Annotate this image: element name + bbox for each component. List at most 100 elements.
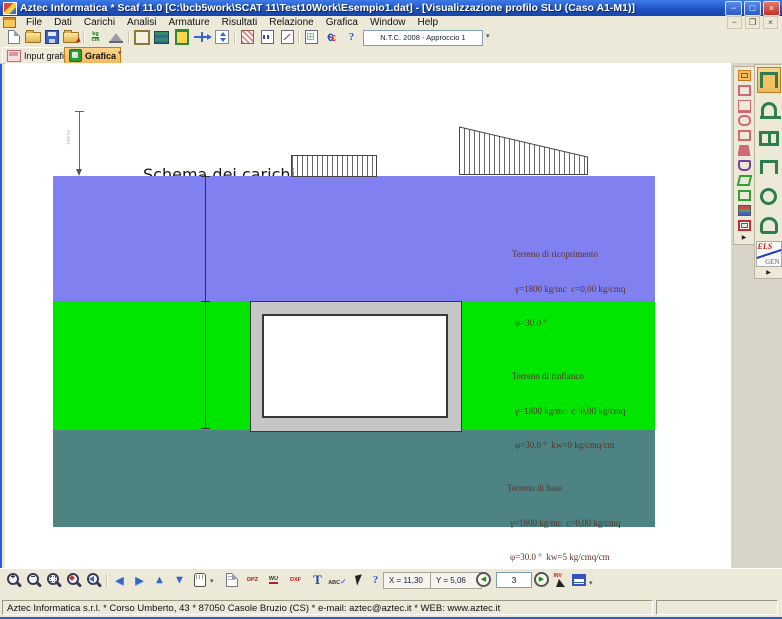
hand-icon [194,573,206,587]
window-layout-button[interactable] [569,571,588,589]
toolbar-status-gap [0,591,782,598]
mini-open-channel-button[interactable] [738,85,751,96]
axis-button[interactable] [192,29,211,45]
menu-file[interactable]: File [20,17,48,28]
model-options-button[interactable] [106,29,125,45]
menu-dati[interactable]: Dati [48,17,78,28]
pan-down-button[interactable]: ▼ [170,571,189,589]
arch-section-button[interactable] [757,212,781,238]
app-icon [3,2,17,15]
new-file-button[interactable] [4,29,23,45]
menu-relazione[interactable]: Relazione [263,17,319,28]
menu-carichi[interactable]: Carichi [78,17,121,28]
section-button[interactable] [172,29,191,45]
view-toolbar-overflow-icon[interactable]: ▾ [118,49,122,57]
materials-button[interactable] [152,29,171,45]
open-frame-icon [760,160,778,174]
new-file-icon [8,30,20,44]
mini-polygon-button[interactable] [738,160,751,171]
menu-analisi[interactable]: Analisi [121,17,162,28]
zoom-in-button[interactable]: + [4,571,23,589]
bottom-toolbar-overflow-icon[interactable]: ▾ [210,577,214,585]
wu-icon: WU [269,577,278,584]
import-file-button[interactable] [61,29,80,45]
abc-icon: ABC✓ [328,571,347,589]
open-file-button[interactable] [23,29,42,45]
zoom-extents-button[interactable] [64,571,83,589]
menu-window[interactable]: Window [364,17,412,28]
pan-up-button[interactable]: ▲ [150,571,169,589]
zoom-window-button[interactable] [44,571,63,589]
mini-square-section-button[interactable] [738,190,751,201]
pan-left-button[interactable]: ◀ [110,571,129,589]
minimize-button[interactable]: − [725,1,742,16]
dimensions-button[interactable] [212,29,231,45]
report-button[interactable] [302,29,321,45]
frame-icon [134,30,150,45]
right-toolbox: ▶ ELS GEN ▶ [731,63,782,568]
next-circle-icon: ▶ [536,574,547,585]
arrow-right-icon: ▶ [135,574,143,587]
bottom-toolbar-overflow2-icon[interactable]: ▾ [589,579,593,587]
zoom-previous-button[interactable] [84,571,103,589]
mini-layers-button[interactable] [738,205,751,216]
code-approach-select[interactable]: N.T.C. 2008 - Approccio 1 [363,30,483,46]
drawing-canvas[interactable]: Schema dei carichi 1000 kg [5,63,731,568]
font-settings-button[interactable]: ABC✓ [328,571,347,589]
print-preview-button[interactable] [222,571,241,589]
analysis-moment-button[interactable] [258,29,277,45]
export-dxf-button[interactable]: DXF [286,571,305,589]
frame-section-button[interactable] [757,154,781,180]
menu-bar: File Dati Carichi Analisi Armature Risul… [0,16,782,30]
point-load-arrow [79,112,80,173]
mini-frame-button[interactable] [738,130,751,141]
label-ricoprimento: Terreno di ricoprimento γ=1800 kg/mc c=0… [512,226,625,353]
mdi-close-button[interactable]: × [763,16,778,29]
section-toolbar-more-icon[interactable]: ▶ [766,270,771,276]
export-wu-button[interactable]: WU [264,571,283,589]
mdi-restore-button[interactable]: ❐ [745,16,760,29]
els-gen-button[interactable]: ELS GEN [756,241,782,267]
pan-right-button[interactable]: ▶ [130,571,149,589]
mini-toolbar-more-icon[interactable]: ▶ [742,235,747,241]
mini-pipe-button[interactable] [738,115,751,126]
export-dpz-button[interactable]: DPZ [243,571,262,589]
pan-hand-button[interactable] [190,571,209,589]
analysis-shear-button[interactable] [278,29,297,45]
zoom-out-button[interactable]: − [24,571,43,589]
geometry-button[interactable] [132,29,151,45]
computo-button[interactable]: €€ [322,29,341,45]
menu-risultati[interactable]: Risultati [216,17,264,28]
mini-selected-section-button[interactable] [738,70,751,81]
arrow-down-icon: ▼ [174,574,185,586]
text-tool-icon: T [313,572,322,588]
previous-view-button[interactable]: ◀ [476,572,491,587]
mini-skewed-section-button[interactable] [736,175,752,186]
mini-window-section-button[interactable] [738,220,751,231]
maximize-button[interactable]: □ [744,1,761,16]
help-button[interactable]: ? [342,29,361,45]
units-button[interactable]: kgcm [86,29,105,45]
portal-section-button[interactable] [757,67,781,93]
shear-diagram-icon [281,30,294,44]
toolbar-overflow-icon[interactable]: ▾ [486,32,490,40]
axis-arrow-icon [194,36,210,38]
grafica-button[interactable]: Grafica [64,47,121,64]
mini-slab-button[interactable] [738,100,751,111]
text-tool-button[interactable]: T [308,571,327,589]
mdi-minimize-button[interactable]: − [727,16,742,29]
menu-grafica[interactable]: Grafica [320,17,364,28]
menu-help[interactable]: Help [412,17,445,28]
els-label: ELS [758,242,773,251]
circular-section-button[interactable] [757,183,781,209]
page-number-input[interactable]: 3 [496,572,532,588]
next-view-button[interactable]: ▶ [534,572,549,587]
analysis-soil-button[interactable] [238,29,257,45]
invert-view-button[interactable]: INV [551,571,570,589]
close-button[interactable]: × [763,1,780,16]
bridge-section-button[interactable] [757,96,781,122]
menu-armature[interactable]: Armature [163,17,216,28]
save-button[interactable] [42,29,61,45]
double-box-section-button[interactable] [757,125,781,151]
mini-abutment-button[interactable] [738,145,751,156]
